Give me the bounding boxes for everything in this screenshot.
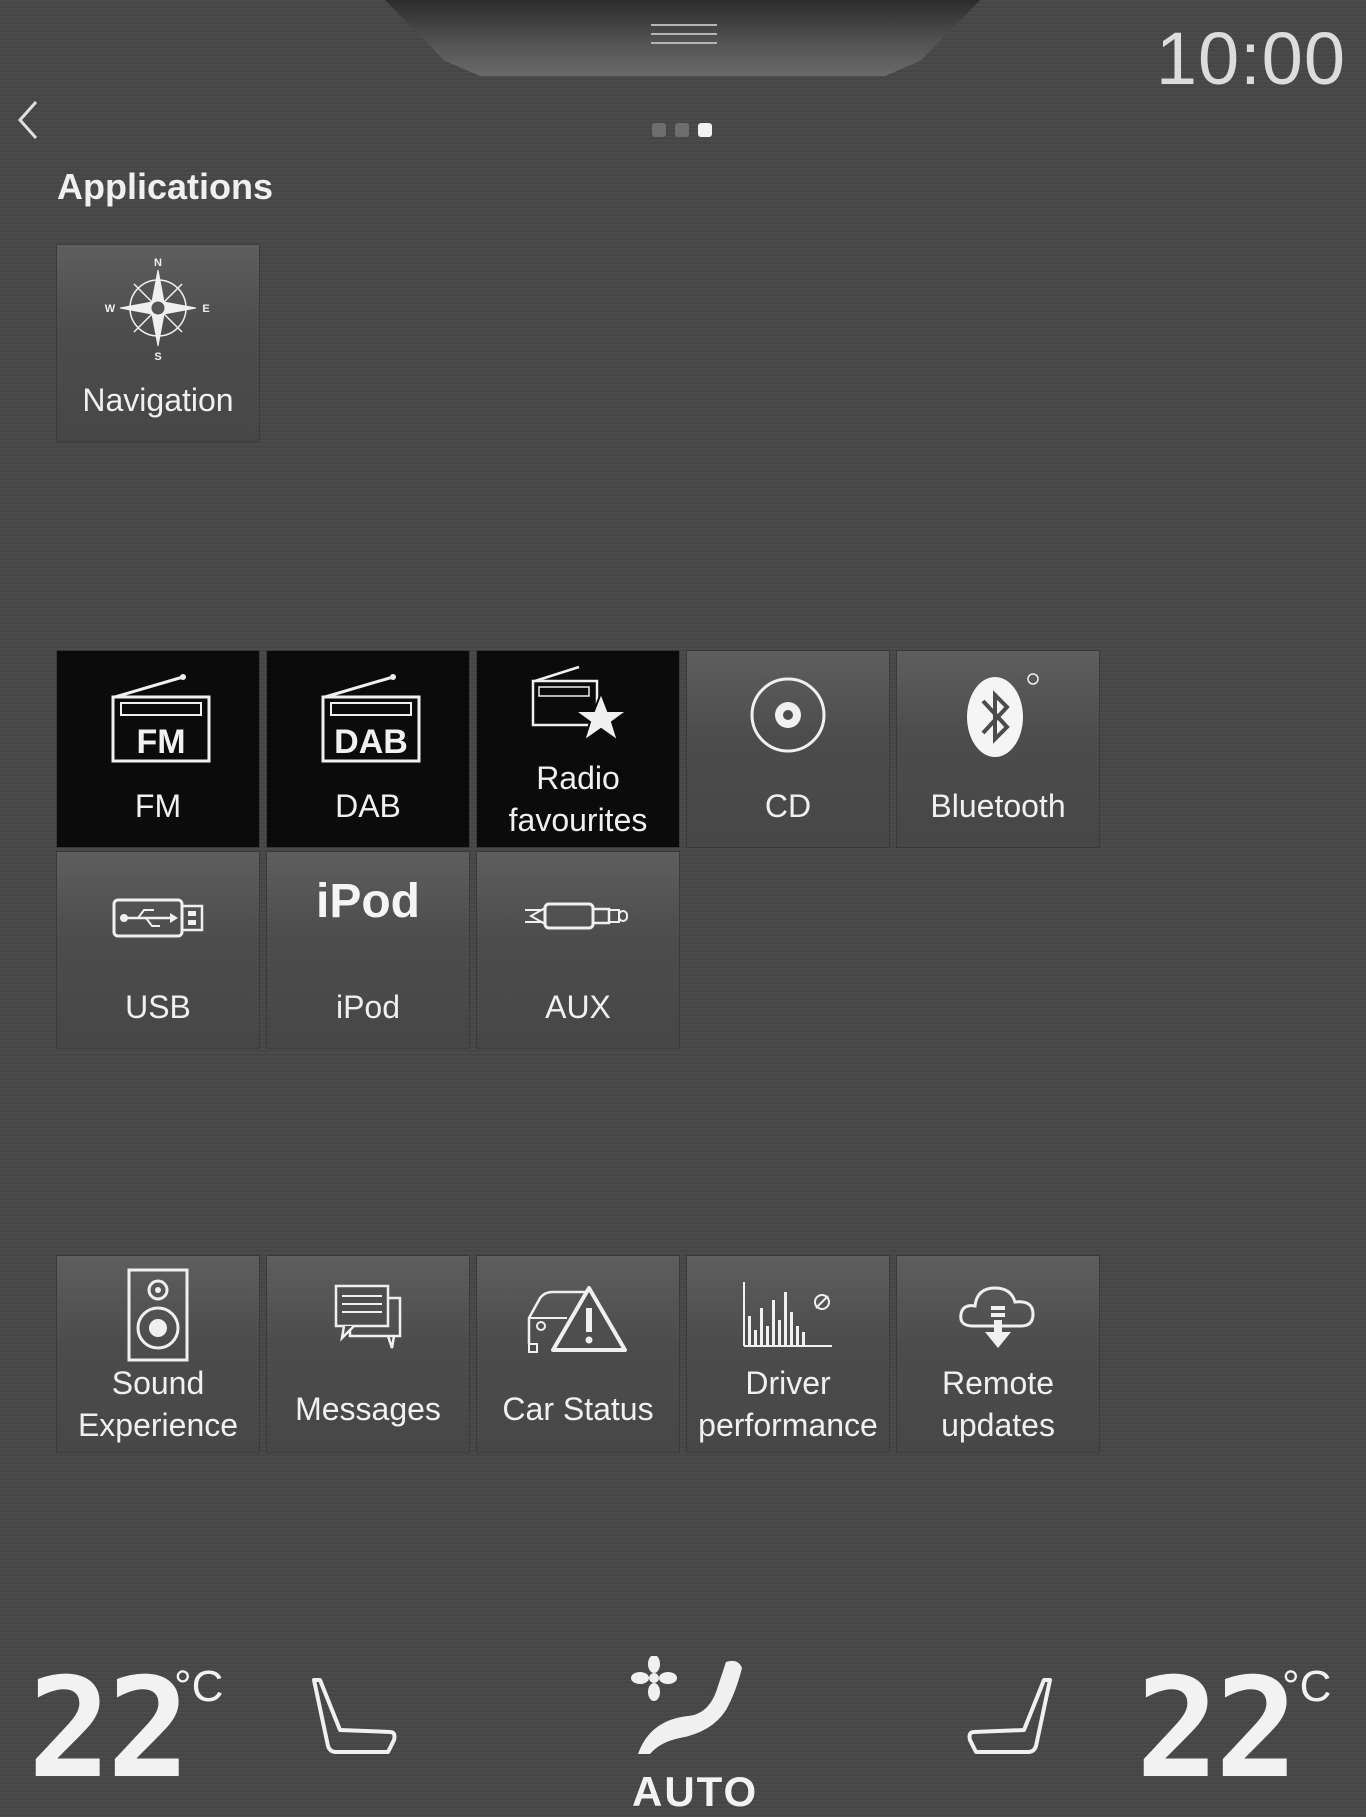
svg-text:N: N bbox=[154, 257, 162, 269]
usb-icon bbox=[57, 866, 259, 966]
clock: 10:00 bbox=[1155, 17, 1346, 100]
chevron-left-icon bbox=[17, 101, 38, 139]
fm-radio-icon: FM bbox=[57, 665, 259, 765]
top-pulldown-tab[interactable] bbox=[385, 0, 980, 76]
fan-auto-button[interactable] bbox=[630, 1655, 746, 1771]
page-dot-1 bbox=[652, 123, 666, 137]
app-tile-ipod[interactable]: iPod iPod bbox=[267, 852, 469, 1048]
app-tile-sound-experience[interactable]: Sound Experience bbox=[57, 1256, 259, 1452]
back-button[interactable] bbox=[14, 98, 44, 142]
app-tile-cd[interactable]: CD bbox=[687, 651, 889, 847]
aux-jack-icon bbox=[477, 866, 679, 966]
svg-text:E: E bbox=[202, 303, 209, 315]
app-tile-usb[interactable]: USB bbox=[57, 852, 259, 1048]
messages-icon bbox=[267, 1266, 469, 1366]
app-tile-remote-updates[interactable]: Remote updates bbox=[897, 1256, 1099, 1452]
app-label: FM bbox=[134, 788, 182, 824]
svg-text:S: S bbox=[154, 351, 161, 362]
right-temperature[interactable]: 22 bbox=[1136, 1648, 1298, 1809]
right-seat-button[interactable] bbox=[962, 1674, 1058, 1765]
speaker-icon bbox=[57, 1266, 259, 1366]
app-label: iPod bbox=[335, 989, 401, 1025]
car-warning-icon bbox=[477, 1268, 679, 1368]
fan-mode-label: AUTO bbox=[632, 1768, 759, 1815]
app-tile-bluetooth[interactable]: Bluetooth bbox=[897, 651, 1099, 847]
menu-handle-icon bbox=[651, 24, 717, 51]
bar-chart-icon bbox=[687, 1266, 889, 1366]
left-seat-button[interactable] bbox=[306, 1674, 402, 1765]
app-label: AUX bbox=[545, 989, 611, 1025]
page-dot-3-active bbox=[698, 123, 712, 137]
cd-icon bbox=[687, 665, 889, 765]
app-label: CD bbox=[764, 788, 812, 824]
dab-radio-icon: DAB bbox=[267, 665, 469, 765]
seat-icon bbox=[312, 1678, 397, 1754]
app-tile-fm[interactable]: FM FM bbox=[57, 651, 259, 847]
app-label: Radio favourites bbox=[508, 760, 648, 838]
airflow-fan-icon bbox=[631, 1655, 742, 1754]
app-tile-driver-performance[interactable]: Driver performance bbox=[687, 1256, 889, 1452]
app-label: Car Status bbox=[502, 1391, 654, 1427]
right-temp-unit: °C bbox=[1282, 1662, 1332, 1711]
app-label: USB bbox=[125, 989, 191, 1025]
svg-text:DAB: DAB bbox=[334, 723, 408, 761]
app-tile-car-status[interactable]: Car Status bbox=[477, 1256, 679, 1452]
seat-icon bbox=[967, 1678, 1052, 1754]
app-tile-radio-favourites[interactable]: Radio favourites bbox=[477, 651, 679, 847]
app-label: DAB bbox=[335, 788, 401, 824]
app-tile-messages[interactable]: Messages bbox=[267, 1256, 469, 1452]
svg-text:W: W bbox=[105, 303, 116, 315]
app-label: Driver performance bbox=[698, 1365, 878, 1443]
left-temperature[interactable]: 22 bbox=[28, 1648, 190, 1809]
bluetooth-icon bbox=[897, 665, 1099, 765]
ipod-icon: iPod bbox=[316, 874, 420, 928]
app-tile-navigation[interactable]: N S W E Navigation bbox=[57, 245, 259, 441]
section-title: Applications bbox=[57, 166, 274, 207]
app-label: Navigation bbox=[82, 382, 234, 418]
app-tile-aux[interactable]: AUX bbox=[477, 852, 679, 1048]
radio-favourites-icon bbox=[477, 659, 679, 749]
page-indicator bbox=[652, 123, 712, 137]
climate-bar: 22 °C AUTO 22 °C bbox=[0, 1640, 1366, 1817]
left-temp-unit: °C bbox=[174, 1662, 224, 1711]
app-label: Remote updates bbox=[941, 1365, 1055, 1443]
compass-icon: N S W E bbox=[57, 257, 259, 362]
app-tile-dab[interactable]: DAB DAB bbox=[267, 651, 469, 847]
app-label: Sound Experience bbox=[77, 1365, 239, 1443]
app-label: Messages bbox=[295, 1391, 441, 1427]
page-dot-2 bbox=[675, 123, 689, 137]
app-label: Bluetooth bbox=[930, 788, 1066, 824]
cloud-download-icon bbox=[897, 1266, 1099, 1366]
svg-text:FM: FM bbox=[136, 723, 185, 761]
